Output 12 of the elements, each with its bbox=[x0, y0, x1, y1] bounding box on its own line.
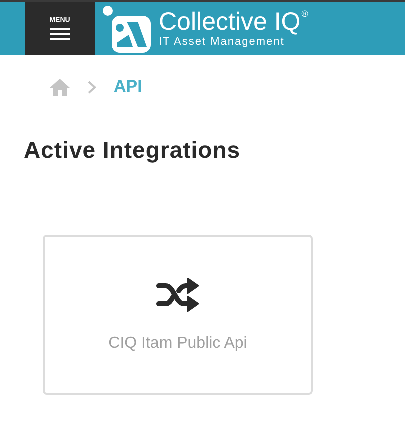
page-title: Active Integrations bbox=[24, 137, 242, 164]
menu-icon bbox=[50, 26, 70, 40]
logo-icon bbox=[103, 4, 153, 52]
registered-mark: ® bbox=[302, 9, 308, 19]
breadcrumb-link[interactable]: API bbox=[114, 77, 142, 97]
brand-name: Collective IQ bbox=[159, 9, 301, 36]
home-icon[interactable] bbox=[50, 78, 70, 96]
integration-name: CIQ Itam Public Api bbox=[108, 335, 248, 353]
integration-card[interactable]: CIQ Itam Public Api bbox=[43, 235, 313, 395]
brand-tagline: IT Asset Management bbox=[159, 36, 286, 48]
chevron-icon bbox=[88, 80, 96, 94]
shuffle-icon bbox=[156, 277, 200, 313]
